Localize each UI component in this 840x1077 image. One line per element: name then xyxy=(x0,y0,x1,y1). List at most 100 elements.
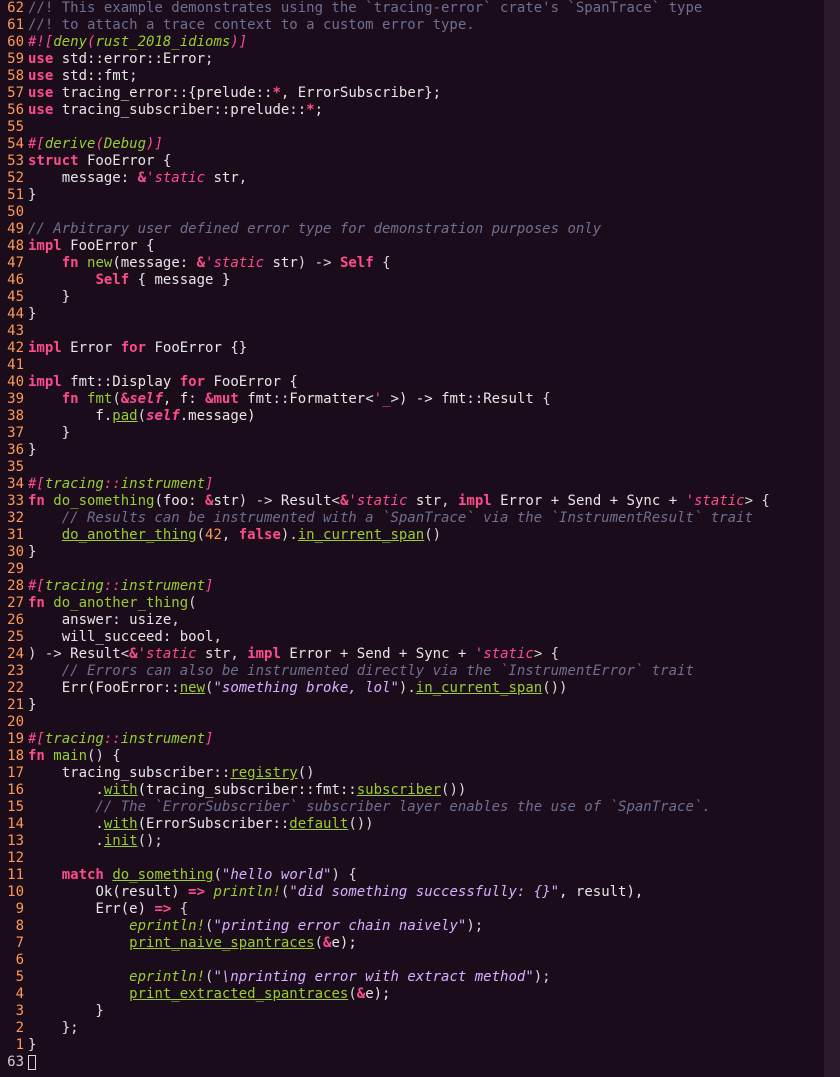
line-number: 23 xyxy=(0,663,24,680)
line-number: 49 xyxy=(0,221,24,238)
line-number: 59 xyxy=(0,51,24,68)
line-number: 4 xyxy=(0,986,24,1003)
line-number: 57 xyxy=(0,85,24,102)
code-line: //! to attach a trace context to a custo… xyxy=(28,17,824,34)
line-number: 44 xyxy=(0,306,24,323)
line-number: 24 xyxy=(0,646,24,663)
code-line: } xyxy=(28,289,824,306)
line-number: 19 xyxy=(0,731,24,748)
line-number: 3 xyxy=(0,1003,24,1020)
code-line: eprintln!("\nprinting error with extract… xyxy=(28,969,824,986)
line-number: 43 xyxy=(0,323,24,340)
line-number: 42 xyxy=(0,340,24,357)
line-number: 34 xyxy=(0,476,24,493)
line-number: 22 xyxy=(0,680,24,697)
line-number: 35 xyxy=(0,459,24,476)
code-line xyxy=(28,850,824,867)
line-number: 25 xyxy=(0,629,24,646)
line-number: 31 xyxy=(0,527,24,544)
line-number: 61 xyxy=(0,17,24,34)
code-line: .with(ErrorSubscriber::default()) xyxy=(28,816,824,833)
line-number: 50 xyxy=(0,204,24,221)
code-line xyxy=(28,119,824,136)
code-line: .init(); xyxy=(28,833,824,850)
code-line: } xyxy=(28,306,824,323)
line-number: 46 xyxy=(0,272,24,289)
code-line: do_another_thing(42, false).in_current_s… xyxy=(28,527,824,544)
code-line: } xyxy=(28,425,824,442)
code-line: match do_something("hello world") { xyxy=(28,867,824,884)
scrollbar[interactable] xyxy=(824,0,840,1077)
code-line: //! This example demonstrates using the … xyxy=(28,0,824,17)
code-line: .with(tracing_subscriber::fmt::subscribe… xyxy=(28,782,824,799)
code-line: fn new(message: &'static str) -> Self { xyxy=(28,255,824,272)
code-line: fn fmt(&self, f: &mut fmt::Formatter<'_>… xyxy=(28,391,824,408)
code-line: print_extracted_spantraces(&e); xyxy=(28,986,824,1003)
code-line: #[tracing::instrument] xyxy=(28,578,824,595)
code-line: use std::error::Error; xyxy=(28,51,824,68)
line-number: 16 xyxy=(0,782,24,799)
line-number: 36 xyxy=(0,442,24,459)
line-number: 41 xyxy=(0,357,24,374)
code-line: #![deny(rust_2018_idioms)] xyxy=(28,34,824,51)
code-line: ) -> Result<&'static str, impl Error + S… xyxy=(28,646,824,663)
code-line: // Errors can also be instrumented direc… xyxy=(28,663,824,680)
code-line: will_succeed: bool, xyxy=(28,629,824,646)
code-line: Ok(result) => println!("did something su… xyxy=(28,884,824,901)
line-number: 54 xyxy=(0,136,24,153)
line-number: 47 xyxy=(0,255,24,272)
line-number: 32 xyxy=(0,510,24,527)
code-line: impl Error for FooError {} xyxy=(28,340,824,357)
code-line: // Results can be instrumented with a `S… xyxy=(28,510,824,527)
code-line xyxy=(28,323,824,340)
line-number: 52 xyxy=(0,170,24,187)
code-line: f.pad(self.message) xyxy=(28,408,824,425)
code-line: } xyxy=(28,1037,824,1054)
code-line xyxy=(28,952,824,969)
code-line: message: &'static str, xyxy=(28,170,824,187)
code-line: } xyxy=(28,187,824,204)
code-line: #[tracing::instrument] xyxy=(28,731,824,748)
line-number: 21 xyxy=(0,697,24,714)
line-number: 6 xyxy=(0,952,24,969)
code-line xyxy=(28,561,824,578)
line-number: 33 xyxy=(0,493,24,510)
code-line: #[derive(Debug)] xyxy=(28,136,824,153)
line-number: 17 xyxy=(0,765,24,782)
code-line: Err(FooError::new("something broke, lol"… xyxy=(28,680,824,697)
code-area[interactable]: //! This example demonstrates using the … xyxy=(28,0,824,1077)
code-line: } xyxy=(28,697,824,714)
code-line xyxy=(28,459,824,476)
line-number: 15 xyxy=(0,799,24,816)
code-line: struct FooError { xyxy=(28,153,824,170)
line-number: 38 xyxy=(0,408,24,425)
code-line: // Arbitrary user defined error type for… xyxy=(28,221,824,238)
line-number: 62 xyxy=(0,0,24,17)
line-number: 58 xyxy=(0,68,24,85)
code-line: } xyxy=(28,544,824,561)
line-number: 60 xyxy=(0,34,24,51)
line-number: 18 xyxy=(0,748,24,765)
line-number: 27 xyxy=(0,595,24,612)
code-line: #[tracing::instrument] xyxy=(28,476,824,493)
code-line: answer: usize, xyxy=(28,612,824,629)
line-number: 12 xyxy=(0,850,24,867)
code-line: // The `ErrorSubscriber` subscriber laye… xyxy=(28,799,824,816)
code-line: use tracing_subscriber::prelude::*; xyxy=(28,102,824,119)
line-number: 10 xyxy=(0,884,24,901)
code-line: fn do_something(foo: &str) -> Result<&'s… xyxy=(28,493,824,510)
code-line: print_naive_spantraces(&e); xyxy=(28,935,824,952)
code-line xyxy=(28,357,824,374)
code-line: Self { message } xyxy=(28,272,824,289)
line-number: 48 xyxy=(0,238,24,255)
line-number: 40 xyxy=(0,374,24,391)
line-number-gutter: 6261605958575655545352515049484746454443… xyxy=(0,0,28,1077)
code-line: }; xyxy=(28,1020,824,1037)
code-line: tracing_subscriber::registry() xyxy=(28,765,824,782)
line-number: 53 xyxy=(0,153,24,170)
line-number: 2 xyxy=(0,1020,24,1037)
line-number: 51 xyxy=(0,187,24,204)
line-number: 29 xyxy=(0,561,24,578)
line-number: 56 xyxy=(0,102,24,119)
code-editor: 6261605958575655545352515049484746454443… xyxy=(0,0,840,1077)
